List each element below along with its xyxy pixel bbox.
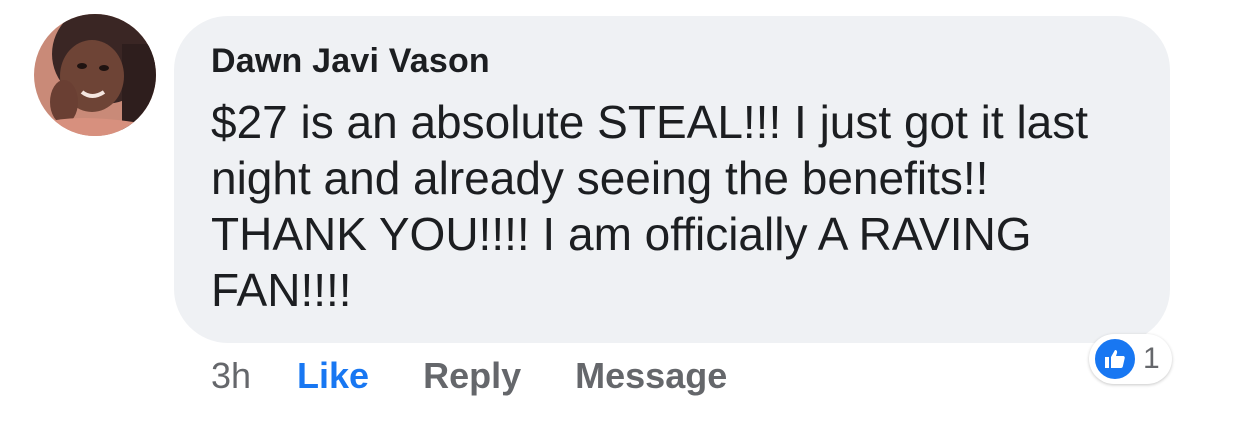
reply-button[interactable]: Reply xyxy=(423,355,521,397)
reaction-summary[interactable]: 1 xyxy=(1089,334,1172,384)
thumbs-up-icon xyxy=(1093,337,1137,381)
comment-text: $27 is an absolute STEAL!!! I just got i… xyxy=(211,96,1089,316)
reaction-count: 1 xyxy=(1143,342,1160,375)
profile-photo-icon xyxy=(34,14,156,136)
comment-timestamp[interactable]: 3h xyxy=(211,355,251,397)
comment-author[interactable]: Dawn Javi Vason xyxy=(211,42,490,81)
comment-actions: 3h Like Reply Message xyxy=(211,352,781,400)
like-button[interactable]: Like xyxy=(297,355,369,397)
message-button[interactable]: Message xyxy=(575,355,727,397)
avatar[interactable] xyxy=(34,14,156,136)
